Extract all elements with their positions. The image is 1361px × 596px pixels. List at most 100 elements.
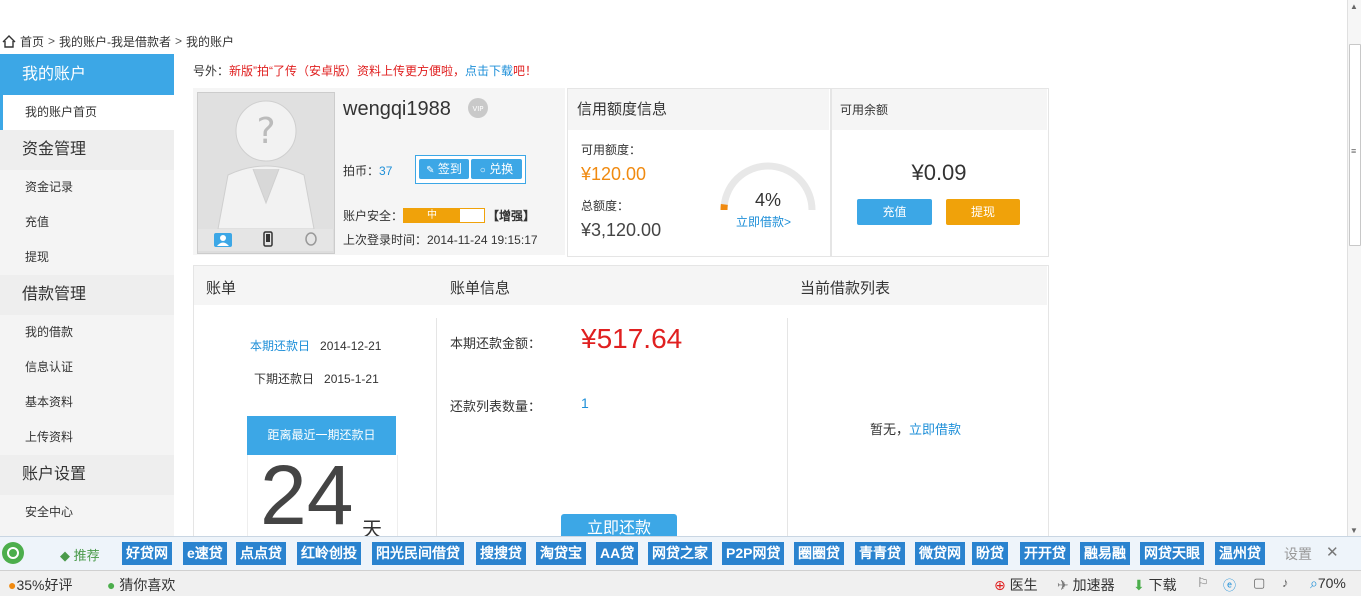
account-security: 账户安全： 中 【增强】 xyxy=(343,207,535,224)
breadcrumb-item-borrower[interactable]: 我的账户-我是借款者 xyxy=(59,33,171,50)
breadcrumb-home[interactable]: 首页 xyxy=(20,33,44,50)
no-loans-text: 暂无， xyxy=(870,422,910,437)
platform-tag[interactable]: 阳光民间借贷 xyxy=(372,542,464,565)
bills-header xyxy=(194,266,1047,305)
rocket-icon: ✈ xyxy=(1057,577,1069,593)
breadcrumb-item-account: 我的账户 xyxy=(186,34,235,49)
withdraw-button[interactable]: 提现 xyxy=(946,199,1020,225)
sidebar-item-verification[interactable]: 信息认证 xyxy=(0,350,174,385)
green-dot-icon: ● xyxy=(107,577,116,593)
flag-icon[interactable]: ⚐ xyxy=(1197,575,1209,591)
recommend-text: 推荐 xyxy=(73,548,100,563)
coins-value[interactable]: 37 xyxy=(379,164,392,178)
sidebar-item-upload[interactable]: 上传资料 xyxy=(0,420,174,455)
borrow-now-link[interactable]: 立即借款> xyxy=(736,213,791,230)
rating-text: 35%好评 xyxy=(16,577,73,593)
close-icon[interactable]: ✕ xyxy=(1326,543,1339,561)
recommend-icon: ◆ xyxy=(60,548,70,563)
security-enhance-link[interactable]: 【增强】 xyxy=(487,207,535,224)
platform-tag[interactable]: e速贷 xyxy=(183,542,227,565)
zoom-control[interactable]: ⌕70% xyxy=(1310,575,1346,592)
platform-tag[interactable]: 搜搜贷 xyxy=(476,542,526,565)
sidebar-item-fund-records[interactable]: 资金记录 xyxy=(0,170,174,205)
platform-tag[interactable]: 好贷网 xyxy=(122,542,172,565)
platform-tag[interactable]: AA贷 xyxy=(596,542,639,565)
sidebar-header[interactable]: 我的账户 xyxy=(0,54,174,95)
balance-title: 可用余额 xyxy=(840,103,889,117)
guess-like-item[interactable]: ● 猜你喜欢 xyxy=(107,575,175,595)
available-credit-value: ¥120.00 xyxy=(581,164,647,184)
recharge-button[interactable]: 充值 xyxy=(857,199,932,225)
balance-amount: ¥0.09 xyxy=(911,160,967,185)
platform-tag[interactable]: 融易融 xyxy=(1080,542,1130,565)
coins-label: 拍币： xyxy=(343,164,380,178)
sign-in-label: 签到 xyxy=(437,162,462,176)
sidebar-item-my-loans[interactable]: 我的借款 xyxy=(0,315,174,350)
mobile-icon[interactable] xyxy=(262,230,273,250)
user-icon[interactable] xyxy=(213,233,232,247)
home-icon[interactable] xyxy=(2,34,16,48)
platform-tag[interactable]: 淘贷宝 xyxy=(536,542,586,565)
zoom-value: 70% xyxy=(1317,575,1346,591)
platform-tag[interactable]: 点点贷 xyxy=(236,542,286,565)
borrow-now-link[interactable]: 立即借款 xyxy=(909,422,961,437)
download-item[interactable]: ⬇ 下载 xyxy=(1133,575,1177,595)
notice-prefix: 号外： xyxy=(193,64,230,78)
sidebar-section-settings[interactable]: 账户设置 xyxy=(0,455,174,495)
platform-tag[interactable]: P2P网贷 xyxy=(722,542,785,565)
rating-item[interactable]: ●35%好评 xyxy=(8,575,73,595)
next-due-value: 2015-1-21 xyxy=(324,372,379,386)
platform-tag[interactable]: 红岭创投 xyxy=(297,542,361,565)
username: wengqi1988 xyxy=(343,98,451,120)
doctor-text: 医生 xyxy=(1009,577,1038,593)
mail-icon[interactable] xyxy=(304,231,318,249)
green-circle-icon[interactable] xyxy=(2,542,24,564)
no-loans-message: 暂无，立即借款 xyxy=(870,419,961,438)
available-credit-label: 可用额度： xyxy=(581,143,642,157)
breadcrumb-sep: > xyxy=(175,34,183,48)
platform-tag[interactable]: 开开贷 xyxy=(1020,542,1070,565)
vip-text: VIP xyxy=(472,105,483,113)
scroll-up-icon[interactable]: ▲ xyxy=(1350,2,1358,11)
sidebar-item-account-home[interactable]: 我的账户首页 xyxy=(0,95,174,130)
accelerator-item[interactable]: ✈ 加速器 xyxy=(1057,575,1115,595)
settings-link[interactable]: 设置 xyxy=(1284,544,1312,564)
platform-tag[interactable]: 网贷之家 xyxy=(648,542,712,565)
credit-header: 信用额度信息 xyxy=(568,89,829,130)
sidebar-section-funds[interactable]: 资金管理 xyxy=(0,130,174,170)
notice-text: 新版”拍“了传（安卓版）资料上传更方便啦， xyxy=(229,64,466,78)
sidebar-section-loans[interactable]: 借款管理 xyxy=(0,275,174,315)
recommend-label[interactable]: ◆ 推荐 xyxy=(60,545,100,564)
platform-tag[interactable]: 网贷天眼 xyxy=(1140,542,1204,565)
notice-download-link[interactable]: 点击下载 xyxy=(465,64,513,78)
sign-in-button[interactable]: ✎ 签到 xyxy=(419,159,469,179)
sidebar-item-withdraw[interactable]: 提现 xyxy=(0,240,174,275)
breadcrumb-sep: > xyxy=(48,34,56,48)
sidebar-item-recharge[interactable]: 充值 xyxy=(0,205,174,240)
platform-tag[interactable]: 圈圈贷 xyxy=(794,542,844,565)
scrollbar-thumb[interactable] xyxy=(1349,44,1361,246)
repay-count-value[interactable]: 1 xyxy=(581,395,589,411)
last-login-time: 上次登录时间：2014-11-24 19:15:17 xyxy=(343,233,538,247)
notice-bar: 号外：新版”拍“了传（安卓版）资料上传更方便啦，点击下载吧！ xyxy=(193,62,537,79)
this-due-date: 本期还款日 2014-12-21 xyxy=(250,337,381,354)
speaker-icon[interactable]: ♪ xyxy=(1282,575,1289,590)
ie-icon[interactable]: ⓔ xyxy=(1223,575,1236,594)
platform-tag[interactable]: 青青贷 xyxy=(855,542,905,565)
exchange-button[interactable]: ○ 兑换 xyxy=(471,159,522,179)
sidebar: 我的账户 我的账户首页 资金管理 资金记录 充值 提现 借款管理 我的借款 信息… xyxy=(0,54,174,536)
exchange-icon: ○ xyxy=(479,165,486,176)
balance-header: 可用余额 xyxy=(832,89,1047,130)
download-text: 下载 xyxy=(1148,577,1177,593)
sidebar-item-security[interactable]: 安全中心 xyxy=(0,495,174,530)
sidebar-item-basic-info[interactable]: 基本资料 xyxy=(0,385,174,420)
platform-tag[interactable]: 温州贷 xyxy=(1215,542,1265,565)
platform-tag[interactable]: 盼贷 xyxy=(972,542,1008,565)
platform-tag[interactable]: 微贷网 xyxy=(915,542,965,565)
window-icon[interactable]: ▢ xyxy=(1253,575,1265,591)
doctor-item[interactable]: ⊕ 医生 xyxy=(994,575,1038,595)
scroll-down-icon[interactable]: ▼ xyxy=(1350,526,1358,535)
bill-info-title: 账单信息 xyxy=(450,280,511,297)
breadcrumb: 首页 > 我的账户-我是借款者 > 我的账户 xyxy=(2,32,234,50)
repay-count-label: 还款列表数量： xyxy=(450,399,542,414)
